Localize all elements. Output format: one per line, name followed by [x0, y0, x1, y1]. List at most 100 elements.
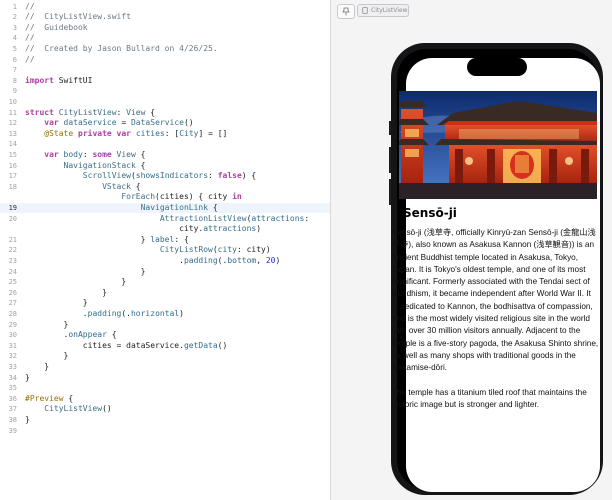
code-line[interactable]: 4 //: [0, 33, 330, 44]
code-token: =: [116, 118, 131, 128]
code-line[interactable]: 1 //: [0, 2, 330, 13]
code-line[interactable]: 17 ScrollView(showsIndicators: false) {: [0, 171, 330, 182]
code-token: ): [275, 255, 281, 265]
code-line[interactable]: 3 // Guidebook: [0, 23, 330, 34]
code-token: : {: [174, 234, 189, 244]
code-editor[interactable]: 1 // 2 // CityListView.swift 3 // Guidebook 4 /…: [0, 0, 330, 500]
code-token: }: [25, 266, 146, 276]
line-number: 6: [12, 55, 17, 64]
code-line[interactable]: 12 var dataService = DataService(): [0, 118, 330, 129]
code-line[interactable]: 35: [0, 383, 330, 394]
line-number: 14: [8, 140, 17, 149]
code-line[interactable]: 39: [0, 426, 330, 437]
code-token: View: [126, 107, 146, 117]
line-number: 39: [8, 426, 17, 435]
code-line[interactable]: 6 //: [0, 55, 330, 66]
code-token: {: [208, 202, 218, 212]
code-line[interactable]: 29 }: [0, 320, 330, 331]
line-number: 17: [8, 172, 17, 181]
code-line[interactable]: 21 } label: {: [0, 235, 330, 246]
code-token: horizontal: [130, 308, 180, 318]
line-number: 24: [8, 267, 17, 276]
code-line[interactable]: 10: [0, 97, 330, 108]
line-number: 30: [8, 331, 17, 340]
code-token: (): [183, 118, 194, 128]
code-token: #Preview: [25, 393, 64, 403]
code-line[interactable]: 15 var body: some View {: [0, 150, 330, 161]
code-line[interactable]: 38}: [0, 415, 330, 426]
code-line[interactable]: 5 // Created by Jason Bullard on 4/26/25.: [0, 44, 330, 55]
code-line[interactable]: 24 }: [0, 267, 330, 278]
code-token: cities = dataService.: [25, 340, 184, 350]
code-token: DataService: [130, 118, 184, 128]
code-line[interactable]: 22 CityListRow(city: city): [0, 245, 330, 256]
code-token: (cities) { city: [155, 192, 233, 202]
code-text: }: [25, 415, 30, 426]
code-line[interactable]: 33 }: [0, 362, 330, 373]
code-text: // Guidebook: [25, 23, 88, 34]
code-token: : [: [164, 128, 180, 138]
code-line[interactable]: 25 }: [0, 277, 330, 288]
code-token: body: [63, 149, 83, 159]
code-token: showsIndicators: [135, 171, 209, 181]
code-line[interactable]: city.attractions): [0, 224, 330, 235]
code-line[interactable]: 19 NavigationLink {: [0, 202, 330, 214]
pin-icon: [342, 7, 350, 16]
code-text: .padding(.horizontal): [25, 309, 184, 320]
code-token: var: [44, 118, 59, 128]
code-text: .onAppear {: [25, 330, 117, 341]
code-token: ScrollView: [82, 171, 131, 181]
code-line[interactable]: 16 NavigationStack {: [0, 161, 330, 172]
code-text: //: [25, 2, 35, 13]
code-line[interactable]: 18 VStack {: [0, 182, 330, 193]
line-number: 10: [8, 97, 17, 106]
code-token: cities: [135, 128, 165, 138]
line-number: 34: [8, 373, 17, 382]
code-line[interactable]: 7: [0, 65, 330, 76]
code-line[interactable]: 11 struct CityListView: View {: [0, 108, 330, 119]
code-token: (.: [121, 308, 131, 318]
code-line[interactable]: 28 .padding(.horizontal): [0, 309, 330, 320]
code-line[interactable]: 34}: [0, 373, 330, 384]
code-token: (.: [217, 255, 228, 265]
line-number: 13: [8, 129, 17, 138]
line-number: 22: [8, 246, 17, 255]
code-line[interactable]: 37 CityListView(): [0, 404, 330, 415]
code-line[interactable]: 20 AttractionListView(attractions:: [0, 214, 330, 225]
senso-ji-image: [399, 91, 597, 199]
code-token: City: [179, 128, 199, 138]
code-token: }: [25, 298, 88, 308]
code-line[interactable]: 14: [0, 139, 330, 150]
line-number: 7: [12, 66, 17, 75]
code-token: CityListView: [58, 107, 117, 117]
code-line[interactable]: 23 .padding(.bottom, 20): [0, 256, 330, 267]
code-text: AttractionListView(attractions:: [25, 214, 309, 225]
temple-photo: [399, 91, 597, 199]
code-token: }: [25, 234, 151, 244]
code-line[interactable]: 32 }: [0, 351, 330, 362]
code-token: getData: [183, 340, 218, 350]
code-token: @State: [44, 128, 74, 138]
code-line[interactable]: 8 import SwiftUI: [0, 76, 330, 87]
line-number: 12: [8, 119, 17, 128]
code-line[interactable]: 2 // CityListView.swift: [0, 12, 330, 23]
preview-tab[interactable]: CityListView: [357, 4, 409, 17]
code-token: 20: [265, 255, 276, 265]
pin-button[interactable]: [337, 4, 355, 19]
code-line[interactable]: 36 #Preview {: [0, 394, 330, 405]
code-line[interactable]: 26 }: [0, 288, 330, 299]
code-token: // Created by Jason Bullard on 4/26/25.: [25, 43, 218, 53]
code-line[interactable]: ForEach(cities) { city in: [0, 192, 330, 203]
code-text: }: [25, 266, 146, 278]
code-text: struct CityListView: View {: [25, 108, 155, 119]
code-line[interactable]: 27 }: [0, 298, 330, 309]
code-line[interactable]: 9: [0, 86, 330, 97]
code-token: in: [232, 192, 242, 202]
line-number: 15: [8, 150, 17, 159]
code-line[interactable]: 30 .onAppear {: [0, 330, 330, 341]
code-line[interactable]: 31 cities = dataService.getData(): [0, 341, 330, 352]
code-line[interactable]: 13 @State private var cities: [City] = […: [0, 129, 330, 140]
line-number: 4: [12, 34, 17, 43]
code-token: }: [25, 372, 30, 382]
